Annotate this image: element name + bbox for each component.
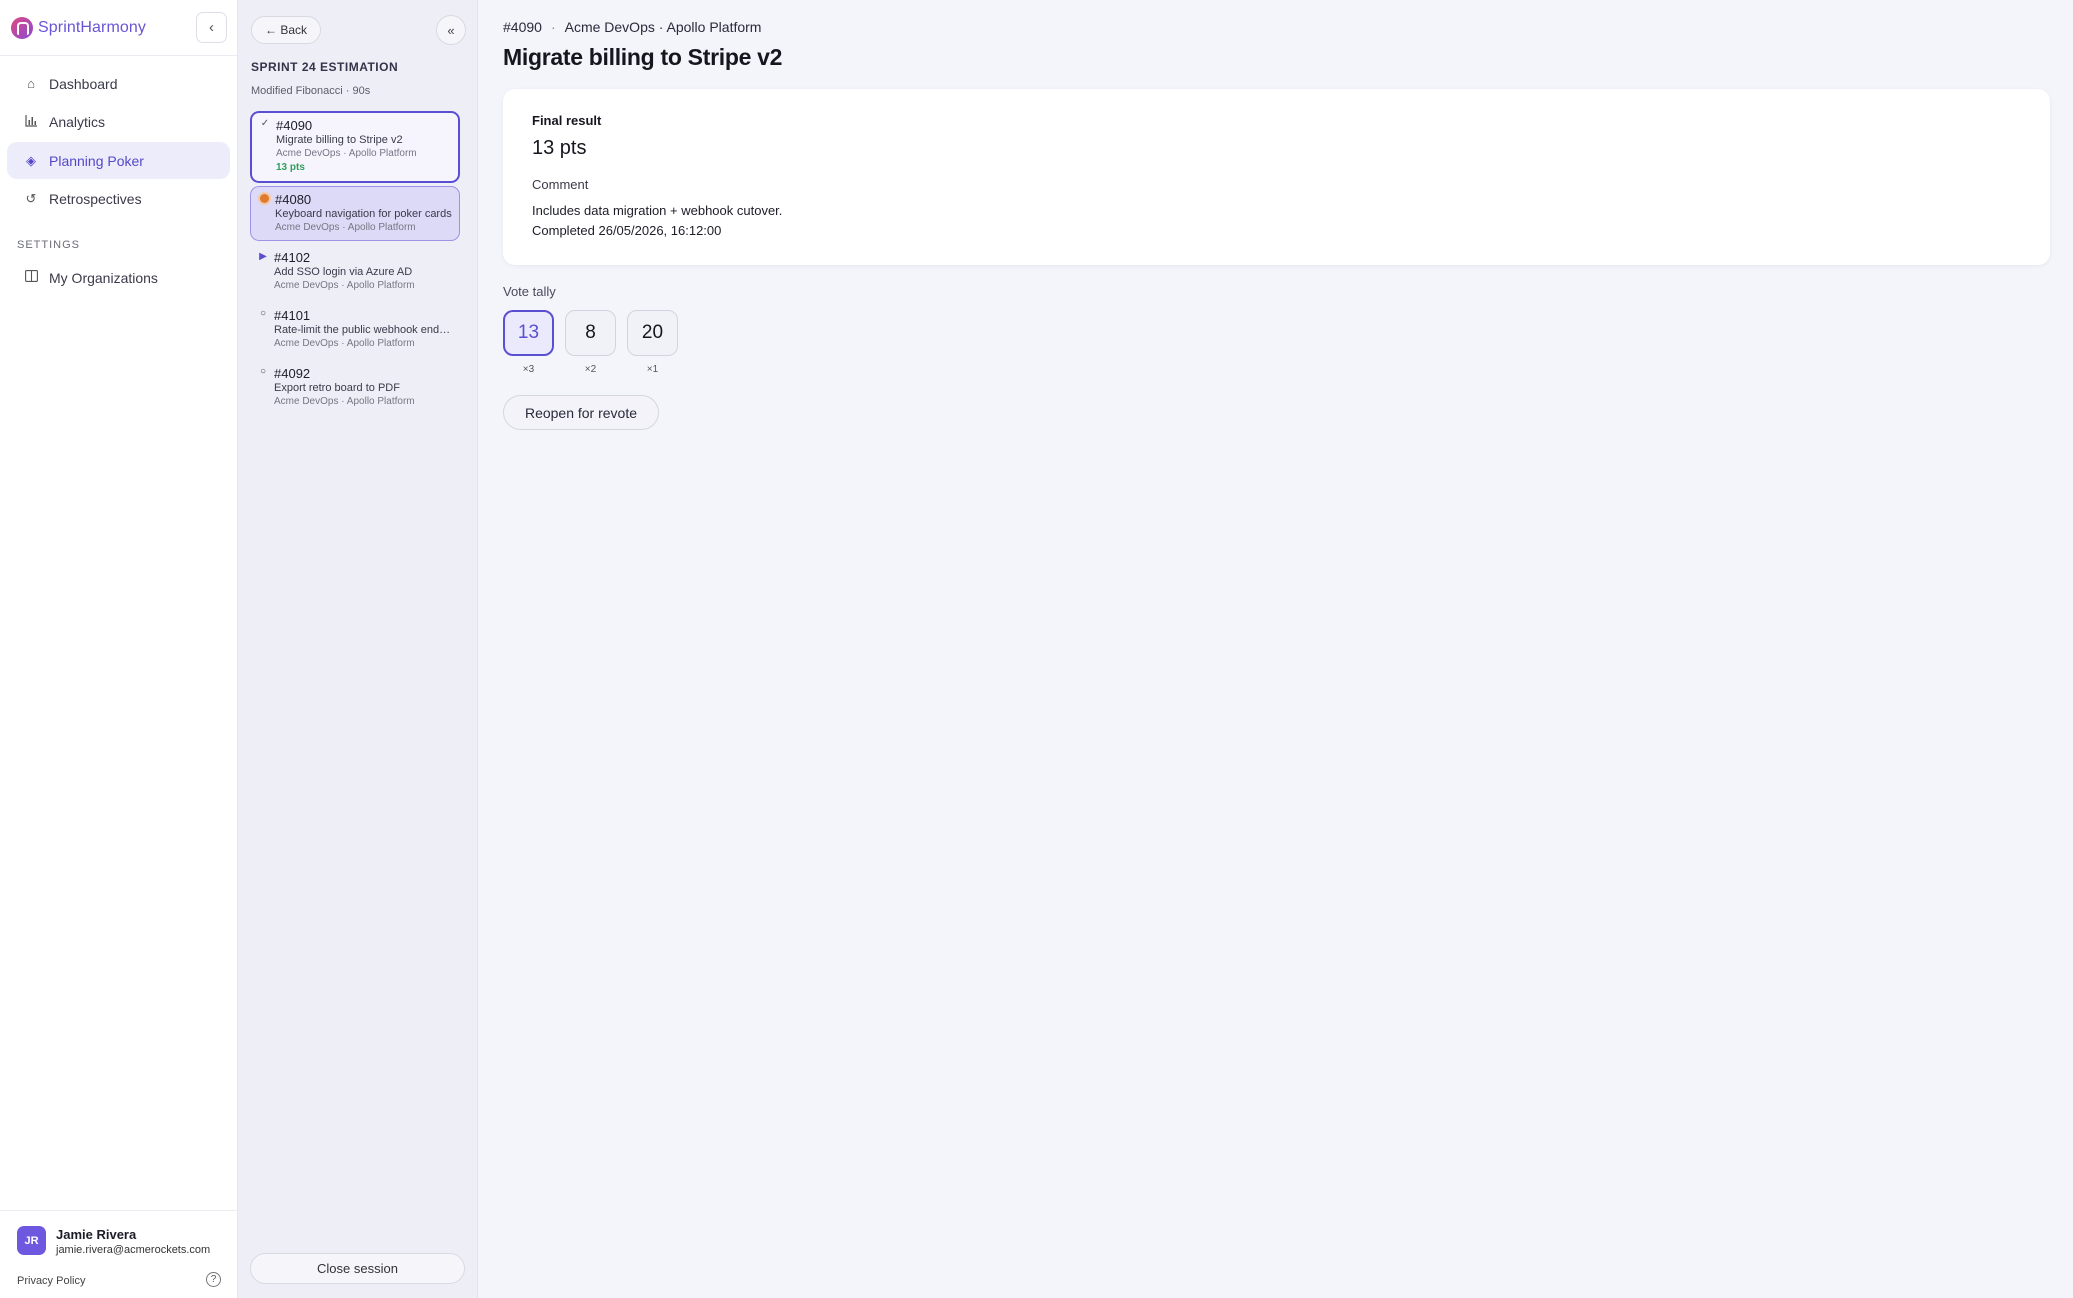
play-icon: ▶ (259, 251, 267, 262)
session-meta: Modified Fibonacci · 90s (251, 85, 371, 97)
nav-item-dashboard[interactable]: ⌂ Dashboard (7, 65, 230, 102)
nav-item-planning-poker[interactable]: ◈ Planning Poker (7, 142, 230, 179)
rotate-icon: ↺ (25, 191, 37, 206)
privacy-policy-link[interactable]: Privacy Policy (17, 1275, 85, 1287)
story-card-4090[interactable]: ✓ #4090 Migrate billing to Stripe v2 Acm… (250, 111, 460, 183)
final-result-card: Final result 13 pts Comment Includes dat… (503, 89, 2050, 265)
nav-section-settings: SETTINGS (17, 239, 81, 251)
breadcrumb-org: Acme DevOps · Apollo Platform (564, 19, 762, 35)
story-card-4102[interactable]: ▶ #4102 Add SSO login via Azure AD Acme … (250, 245, 460, 300)
completed-timestamp: Completed 26/05/2026, 16:12:00 (532, 223, 722, 238)
story-org: Acme DevOps · Apollo Platform (274, 338, 415, 349)
tally-card-20: 20 (627, 310, 678, 356)
final-result-label: Final result (532, 113, 602, 128)
final-result-value: 13 pts (532, 137, 587, 159)
tally-card-8: 8 (565, 310, 616, 356)
tally-card-13: 13 (503, 310, 554, 356)
comment-label: Comment (532, 177, 589, 192)
user-email: jamie.rivera@acmerockets.com (56, 1244, 211, 1256)
story-id: #4080 (275, 192, 312, 207)
story-org: Acme DevOps · Apollo Platform (276, 148, 417, 159)
story-id: #4102 (274, 250, 311, 265)
back-button[interactable]: ← Back (251, 16, 321, 44)
story-id: #4090 (276, 118, 313, 133)
book-icon (21, 270, 41, 285)
session-title: SPRINT 24 ESTIMATION (251, 60, 399, 74)
breadcrumb: #4090 · Acme DevOps · Apollo Platform (503, 19, 761, 35)
brand-logo-icon[interactable] (11, 16, 33, 39)
page-title: Migrate billing to Stripe v2 (503, 44, 783, 70)
voting-dot (259, 194, 269, 203)
tally-count: ×3 (522, 364, 535, 375)
story-card-4080[interactable]: #4080 Keyboard navigation for poker card… (250, 186, 460, 241)
story-org: Acme DevOps · Apollo Platform (274, 396, 415, 407)
brand-name[interactable]: SprintHarmony (38, 19, 146, 37)
diamond-icon: ◈ (26, 152, 36, 168)
story-id: #4092 (274, 366, 311, 381)
nav-item-label: Planning Poker (49, 152, 144, 169)
nav-item-label: Retrospectives (49, 191, 142, 207)
tally-count: ×2 (584, 364, 597, 375)
story-panel: ← Back « SPRINT 24 ESTIMATION Modified F… (238, 0, 478, 1298)
vote-tally-label: Vote tally (503, 284, 556, 299)
story-title: Migrate billing to Stripe v2 (276, 134, 403, 146)
story-card-4092[interactable]: ○ #4092 Export retro board to PDF Acme D… (250, 361, 460, 416)
main-nav: ⌂ Dashboard Analytics ◈ Planning Poker ↺… (0, 56, 237, 296)
nav-item-label: Analytics (49, 114, 106, 130)
reopen-for-revote-button[interactable]: Reopen for revote (503, 395, 659, 430)
bar-chart-icon (21, 114, 41, 130)
sidebar-collapse-button[interactable]: ‹ (196, 12, 227, 43)
story-id: #4101 (274, 308, 311, 323)
story-title: Rate-limit the public webhook endpoint (274, 324, 454, 336)
user-name: Jamie Rivera (56, 1227, 137, 1242)
circle-icon: ○ (259, 366, 267, 377)
app-sidebar: SprintHarmony ‹ ⌂ Dashboard Analytics ◈ … (0, 0, 238, 1298)
brand-row: SprintHarmony ‹ (0, 0, 237, 56)
nav-item-retrospectives[interactable]: ↺ Retrospectives (7, 181, 230, 218)
circle-icon: ○ (259, 308, 267, 319)
nav-item-analytics[interactable]: Analytics (7, 104, 230, 141)
panel-collapse-button[interactable]: « (436, 15, 466, 45)
comment-text: Includes data migration + webhook cutove… (532, 203, 783, 218)
bar-chart-svg (24, 115, 37, 127)
nav-item-my-organizations[interactable]: My Organizations (7, 259, 230, 296)
story-title: Add SSO login via Azure AD (274, 266, 413, 278)
voting-dot-icon (259, 194, 269, 206)
home-icon: ⌂ (27, 76, 35, 91)
close-session-button[interactable]: Close session (250, 1253, 465, 1284)
story-title: Keyboard navigation for poker cards (275, 208, 452, 220)
help-icon[interactable]: ? (206, 1272, 221, 1287)
sidebar-footer: JR Jamie Rivera jamie.rivera@acmerockets… (0, 1210, 238, 1298)
avatar[interactable]: JR (17, 1226, 46, 1255)
nav-item-label: Dashboard (49, 75, 118, 92)
check-icon: ✓ (260, 118, 270, 129)
breadcrumb-story-id: #4090 (503, 19, 542, 35)
story-org: Acme DevOps · Apollo Platform (275, 222, 416, 233)
nav-item-label: My Organizations (49, 269, 158, 286)
story-title: Export retro board to PDF (274, 382, 400, 394)
story-card-4101[interactable]: ○ #4101 Rate-limit the public webhook en… (250, 303, 460, 358)
book-svg (24, 270, 38, 282)
story-points: 13 pts (276, 162, 305, 173)
tally-count: ×1 (646, 364, 659, 375)
breadcrumb-separator: · (550, 19, 556, 35)
story-org: Acme DevOps · Apollo Platform (274, 280, 415, 291)
main-content: #4090 · Acme DevOps · Apollo Platform Migr… (478, 0, 2073, 1298)
